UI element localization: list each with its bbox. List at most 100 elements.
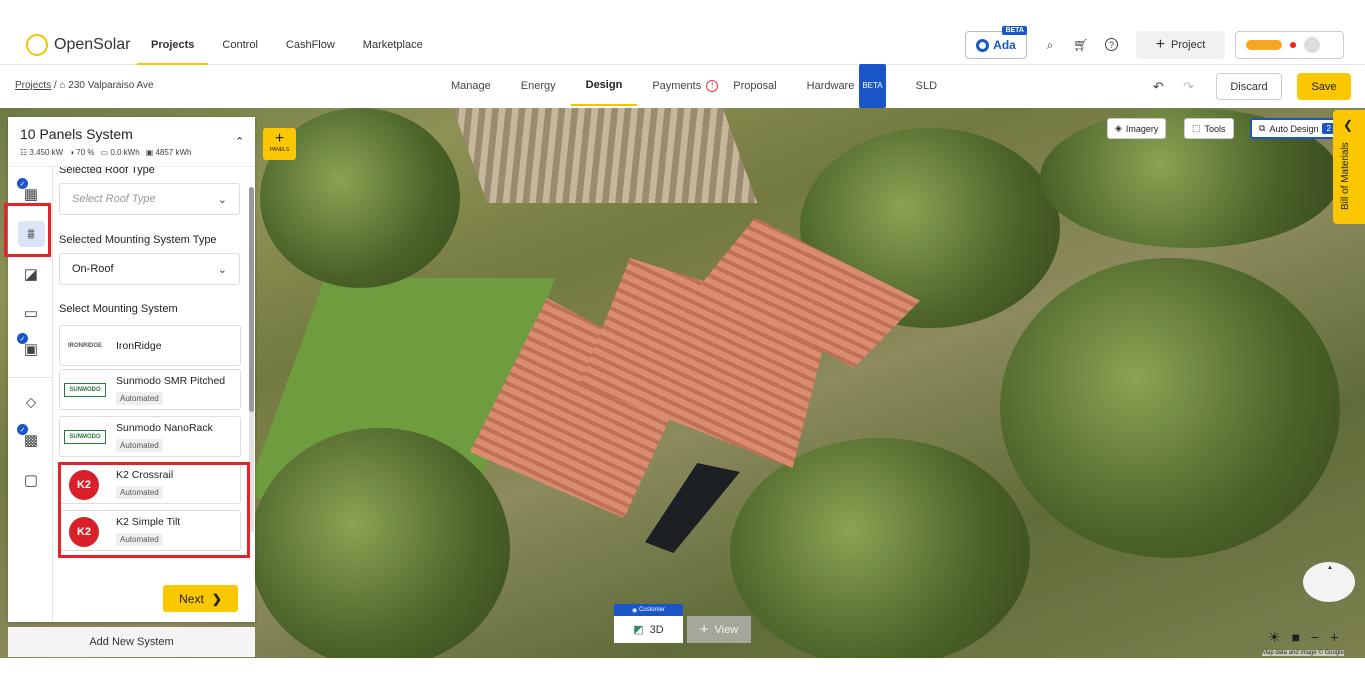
- plus-icon: +: [699, 621, 709, 638]
- scroll-thumb[interactable]: [249, 187, 254, 412]
- zoom-in-icon[interactable]: +: [1330, 629, 1338, 645]
- stat-prod: ▣ 4857 kWh: [146, 148, 192, 157]
- compass-widget[interactable]: ▲: [1303, 562, 1355, 602]
- collapse-chevron-icon[interactable]: ⌃: [235, 135, 244, 148]
- chevron-down-icon: ⌄: [217, 263, 227, 276]
- discard-button[interactable]: Discard: [1216, 73, 1282, 100]
- new-project-button[interactable]: + Project: [1136, 31, 1225, 59]
- auto-design-button[interactable]: ⧉ Auto Design 2: [1250, 118, 1344, 139]
- add-new-system-button[interactable]: Add New System: [8, 627, 255, 657]
- mounting-option-name: Sunmodo NanoRack: [116, 422, 213, 434]
- opensolar-logo[interactable]: OpenSolar: [26, 34, 131, 56]
- breadcrumb-projects-link[interactable]: Projects: [15, 80, 51, 91]
- pricing-tag-icon[interactable]: ⬦: [21, 392, 41, 412]
- cart-icon[interactable]: 🛒︎: [1073, 37, 1089, 53]
- offset-icon: ◑: [69, 148, 75, 157]
- zoom-out-icon[interactable]: −: [1311, 629, 1319, 645]
- add-view-button[interactable]: + View: [687, 616, 751, 643]
- top-navbar: OpenSolar Projects Control CashFlow Mark…: [0, 25, 1365, 65]
- k2-options-highlight: [58, 462, 250, 558]
- customer-label: Customer: [638, 607, 665, 613]
- tree: [1000, 258, 1340, 558]
- stat-pct-value: 70 %: [76, 148, 95, 157]
- save-button[interactable]: Save: [1297, 73, 1351, 100]
- tools-icon: ⬚: [1192, 123, 1201, 133]
- roof-type-select[interactable]: Select Roof Type ⌄: [59, 183, 240, 215]
- org-logo: [1246, 40, 1282, 50]
- automated-badge: Automated: [116, 439, 163, 452]
- mount-type-select[interactable]: On-Roof ⌄: [59, 253, 240, 285]
- next-button[interactable]: Next ❯: [163, 585, 238, 612]
- notification-dot: [1290, 42, 1296, 48]
- stat-batt-value: 0.0 kWh: [110, 148, 140, 157]
- street-view-icon[interactable]: ■: [1292, 629, 1300, 645]
- mounting-option-ironridge[interactable]: IRONRIDGE IronRidge: [59, 325, 241, 366]
- tab-manage[interactable]: Manage: [436, 66, 506, 106]
- map-controls: ☀ ■ − +: [1264, 626, 1364, 648]
- tools-label: Tools: [1204, 123, 1226, 134]
- view-3d-label: 3D: [649, 623, 664, 636]
- auto-design-label: Auto Design: [1269, 123, 1319, 134]
- warning-icon: !: [706, 80, 719, 92]
- bill-of-materials-tab[interactable]: ❮ Bill of Materials: [1333, 110, 1365, 224]
- map-attribution: Map data and image © Google: [1262, 650, 1344, 656]
- project-subbar: Projects / ⌂ 230 Valparaiso Ave Manage E…: [0, 64, 1365, 108]
- imagery-label: Imagery: [1125, 123, 1159, 134]
- chevron-right-icon: ❯: [211, 591, 222, 606]
- shading-step-icon[interactable]: ◪: [21, 264, 41, 284]
- tab-sld[interactable]: SLD: [901, 66, 952, 106]
- sun-ring-icon: [26, 34, 48, 56]
- imagery-button[interactable]: ◈ Imagery: [1107, 118, 1167, 139]
- view-3d-button[interactable]: ◩ 3D: [614, 616, 683, 643]
- nav-projects[interactable]: Projects: [137, 25, 209, 65]
- document-step-icon[interactable]: ▢: [21, 470, 41, 490]
- incentives-step-icon[interactable]: ▩ ✓: [17, 424, 41, 450]
- tab-hardware[interactable]: Hardware BETA: [792, 64, 901, 108]
- chevron-left-icon: ❮: [1343, 118, 1354, 132]
- user-menu[interactable]: [1235, 31, 1344, 59]
- mounting-option-sunmodo-nanorack[interactable]: SUNMODO Sunmodo NanoRack Automated: [59, 416, 241, 457]
- production-icon: ▣: [145, 148, 154, 157]
- stat-batt: ▭ 0.0 kWh: [101, 148, 140, 157]
- sunmodo-logo: SUNMODO: [64, 383, 106, 397]
- ada-button[interactable]: Ada BETA: [965, 26, 1027, 59]
- undo-icon[interactable]: ↶: [1153, 79, 1164, 95]
- logo-text: OpenSolar: [54, 36, 131, 53]
- solar-panel-array[interactable]: [645, 463, 740, 553]
- tab-proposal[interactable]: Proposal: [733, 66, 791, 106]
- nav-cashflow[interactable]: CashFlow: [272, 25, 349, 65]
- select-mount-label: Select Mounting System: [59, 303, 178, 315]
- brightness-icon[interactable]: ☀: [1268, 629, 1281, 646]
- battery-icon: ▭: [100, 148, 109, 157]
- system-header[interactable]: 10 Panels System ☷ 3.450 kW ◑ 70 % ▭ 0.0…: [8, 117, 255, 167]
- tab-energy[interactable]: Energy: [506, 66, 571, 106]
- tab-payments[interactable]: Payments !: [637, 66, 733, 106]
- roof-type-placeholder: Select Roof Type: [72, 193, 156, 205]
- mount-type-value: On-Roof: [72, 263, 114, 275]
- check-icon: ✓: [17, 424, 28, 435]
- tab-payments-label: Payments: [652, 80, 702, 92]
- check-icon: ✓: [17, 333, 28, 344]
- hardware-beta-badge: BETA: [859, 64, 886, 108]
- breadcrumb: Projects / ⌂ 230 Valparaiso Ave: [15, 80, 154, 91]
- nav-control[interactable]: Control: [208, 25, 271, 65]
- panels-step-icon[interactable]: ▦ ✓: [17, 178, 41, 204]
- redo-icon[interactable]: ↷: [1183, 79, 1194, 95]
- tree: [250, 428, 510, 658]
- tools-button[interactable]: ⬚ Tools: [1184, 118, 1234, 139]
- nav-marketplace[interactable]: Marketplace: [349, 25, 437, 65]
- project-tabs: Manage Energy Design Payments ! Proposal…: [436, 64, 952, 108]
- add-panels-button[interactable]: + PANELS: [263, 128, 296, 160]
- system-stats: ☷ 3.450 kW ◑ 70 % ▭ 0.0 kWh ▣ 4857 kWh: [20, 148, 191, 157]
- help-icon[interactable]: ?: [1105, 38, 1118, 51]
- mounting-option-sunmodo-smr[interactable]: SUNMODO Sunmodo SMR Pitched Automated: [59, 369, 241, 410]
- search-icon[interactable]: ⌕: [1042, 37, 1058, 53]
- components-step-icon[interactable]: ▣ ✓: [17, 333, 41, 359]
- mounting-option-name: Sunmodo SMR Pitched: [116, 375, 226, 387]
- sunmodo-logo: SUNMODO: [64, 430, 106, 444]
- tab-design[interactable]: Design: [570, 66, 638, 106]
- mounting-option-name: IronRidge: [116, 340, 162, 352]
- ironridge-logo: IRONRIDGE: [67, 343, 102, 349]
- battery-step-icon[interactable]: ▭: [21, 303, 41, 323]
- add-view-label: View: [714, 623, 739, 636]
